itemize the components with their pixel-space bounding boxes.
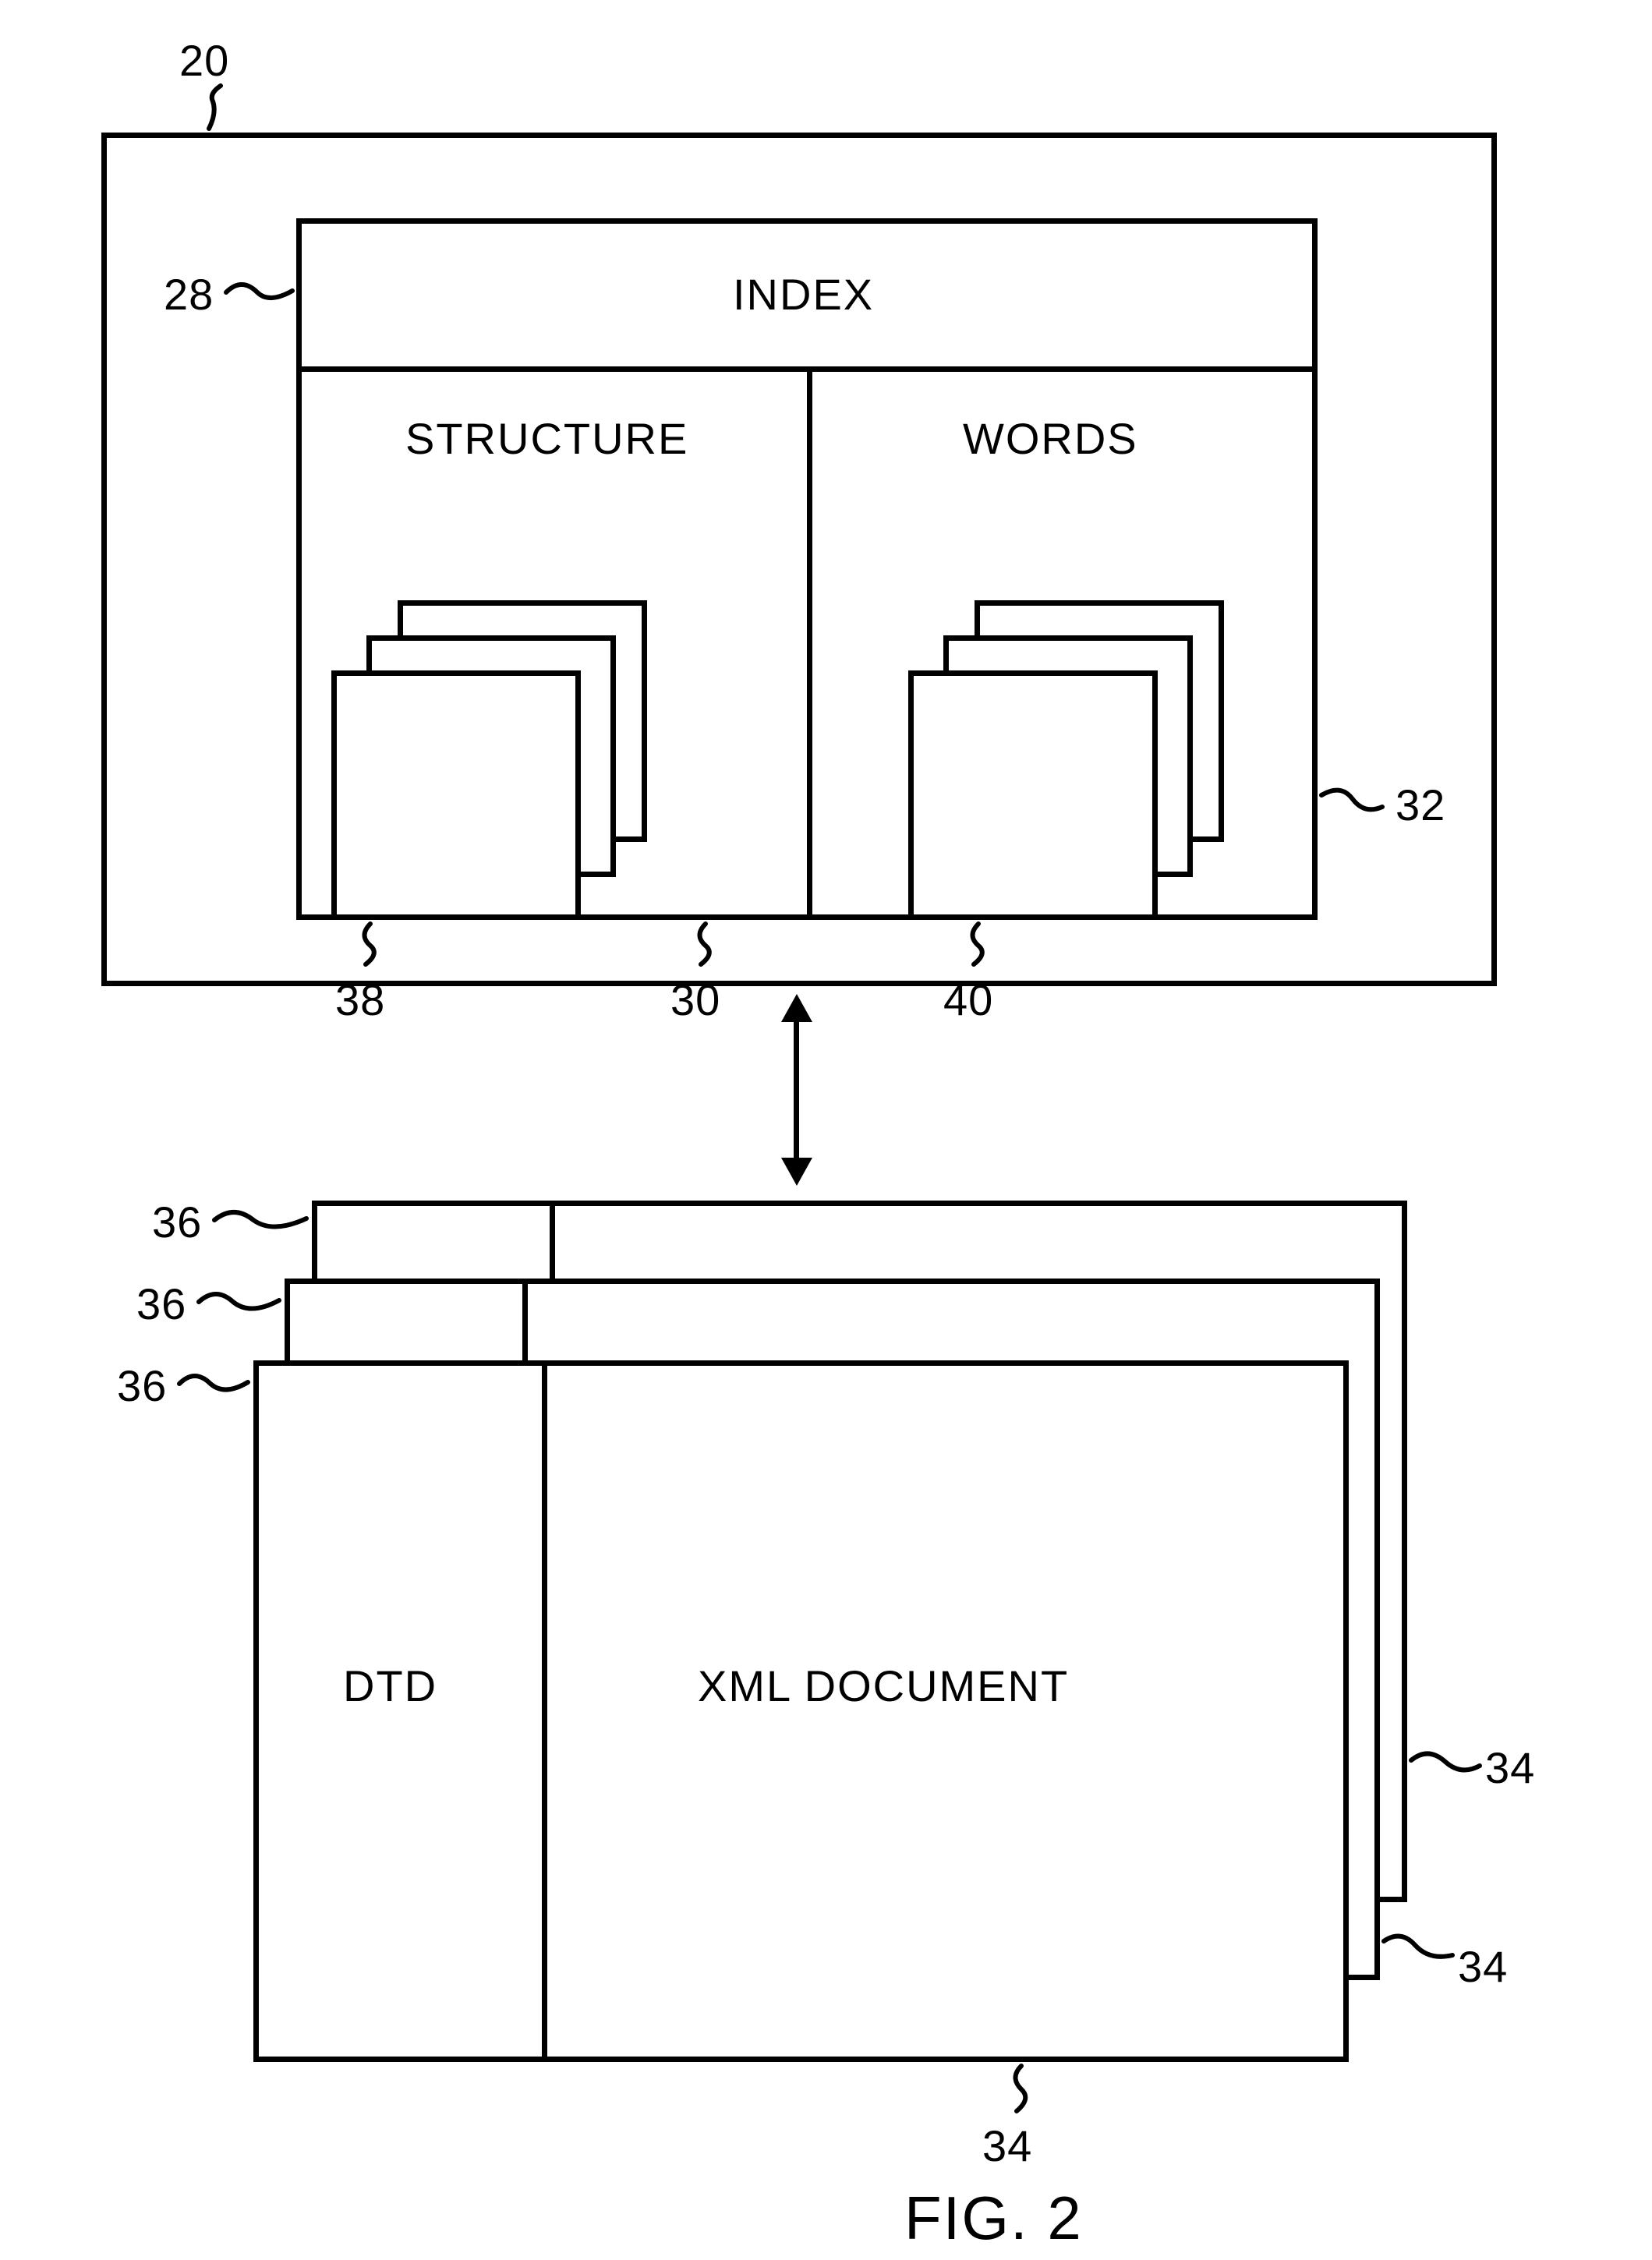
xml-doc-1 (253, 1360, 1349, 2062)
ref-36a: 36 (152, 1197, 202, 1247)
label-index: INDEX (733, 269, 874, 320)
ref-36b: 36 (136, 1279, 186, 1329)
lead-28 (226, 277, 296, 308)
arrow-shaft (794, 1017, 799, 1162)
ref-30: 30 (670, 974, 720, 1025)
ref-34a: 34 (1485, 1742, 1535, 1793)
label-xml: XML DOCUMENT (698, 1661, 1069, 1711)
lead-32 (1321, 787, 1384, 826)
label-structure: STRUCTURE (405, 413, 688, 464)
lead-36a (214, 1204, 308, 1236)
dtd-div-3 (550, 1201, 555, 1286)
figure-caption: FIG. 2 (904, 2183, 1083, 2254)
label-words: WORDS (963, 413, 1138, 464)
lead-34b (1384, 1933, 1454, 1972)
ref-32: 32 (1396, 780, 1445, 830)
ref-20: 20 (179, 35, 229, 86)
label-dtd: DTD (343, 1661, 437, 1711)
ref-40: 40 (943, 974, 993, 1025)
lead-40 (963, 924, 994, 967)
lead-34c (1006, 2066, 1037, 2113)
arrow-head-down (781, 1158, 812, 1186)
figure-canvas: 20 INDEX STRUCTURE WORDS 28 32 38 30 40 … (0, 0, 1652, 2260)
structure-file-1 (331, 670, 581, 920)
lead-34a (1411, 1746, 1481, 1781)
lead-36c (179, 1368, 249, 1399)
ref-28: 28 (164, 269, 214, 320)
lead-36b (199, 1286, 281, 1317)
index-vertical-divider (807, 366, 812, 920)
ref-34c: 34 (982, 2120, 1032, 2171)
ref-34b: 34 (1458, 1941, 1508, 1992)
dtd-div-1 (542, 1360, 547, 2062)
words-file-1 (908, 670, 1158, 920)
lead-30 (690, 924, 721, 967)
lead-38 (355, 924, 386, 967)
ref-38: 38 (335, 974, 385, 1025)
dtd-div-2 (522, 1279, 528, 1364)
ref-36c: 36 (117, 1360, 167, 1411)
